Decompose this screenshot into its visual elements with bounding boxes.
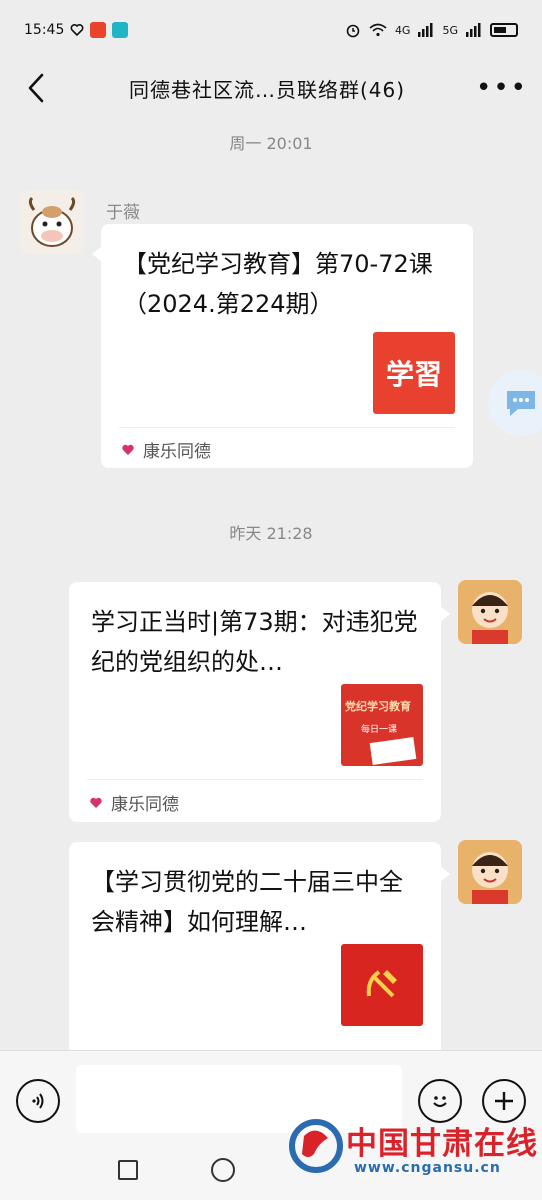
link-card-message[interactable]: 【党纪学习教育】第70-72课（2024.第224期） 学習 康乐同德	[101, 224, 473, 468]
chat-bubble-icon	[507, 391, 535, 416]
link-card-message[interactable]: 学习正当时|第73期：对违犯党纪的党组织的处… 党纪学习教育 每日一课 康乐同德	[69, 582, 441, 822]
watermark-name: 中国甘肃在线	[346, 1126, 538, 1162]
card-source: 康乐同德	[121, 437, 211, 462]
card-divider	[119, 427, 455, 428]
thumb-subtext: 每日一课	[361, 725, 398, 735]
home-app-icon	[112, 22, 129, 38]
card-title: 学习正当时|第73期：对违犯党纪的党组织的处…	[91, 608, 418, 676]
cow-avatar-icon	[28, 196, 76, 247]
recent-apps-button[interactable]	[118, 1160, 138, 1180]
chevron-left-icon	[28, 73, 44, 103]
signal-icon-2	[466, 23, 481, 37]
voice-icon	[32, 1093, 44, 1109]
source-name: 康乐同德	[143, 442, 211, 462]
avatar[interactable]	[20, 190, 84, 254]
card-thumbnail	[341, 944, 423, 1026]
back-button[interactable]	[20, 68, 52, 108]
thumb-paper	[369, 737, 417, 765]
source-logo-icon	[122, 444, 134, 455]
site-watermark: 中国甘肃在线 www.cngansu.cn	[284, 1110, 537, 1190]
timestamp-1: 周一 20:01	[229, 134, 313, 153]
wifi-icon	[369, 23, 387, 37]
card-title: 【党纪学习教育】第70-72课（2024.第224期）	[123, 250, 433, 318]
signal-label-4g: 4G	[394, 23, 411, 37]
card-thumbnail: 学習	[373, 332, 455, 414]
card-thumbnail: 党纪学习教育 每日一课	[341, 684, 423, 766]
plus-icon	[495, 1092, 513, 1110]
thumb-text: 学習	[385, 358, 442, 391]
chat-title: 同德巷社区流…员联络群(46)	[128, 77, 406, 102]
thumb-text: 党纪学习教育	[345, 700, 411, 713]
card-divider	[87, 779, 423, 780]
watermark-url: www.cngansu.cn	[354, 1160, 501, 1176]
sender-name: 于薇	[106, 203, 140, 223]
source-logo-icon	[90, 797, 102, 808]
status-bar: 15:45 4G 5G	[0, 0, 542, 60]
timestamp-2: 昨天 21:28	[229, 524, 313, 543]
bubble-tail-right	[440, 606, 450, 622]
more-options-button[interactable]: •••	[476, 68, 526, 108]
party-emblem-icon	[366, 970, 397, 998]
app-notification-icon	[90, 22, 107, 38]
link-card-message[interactable]: 【学习贯彻党的二十届三中全会精神】如何理解…	[69, 842, 441, 1050]
home-button[interactable]	[211, 1158, 235, 1182]
avatar-self[interactable]	[458, 580, 522, 644]
child-avatar-icon	[458, 840, 522, 904]
alarm-icon	[346, 24, 360, 38]
signal-label-5g: 5G	[442, 23, 458, 37]
battery-icon	[490, 23, 518, 37]
bubble-tail-right	[440, 866, 450, 882]
status-time: 15:45	[24, 22, 65, 38]
source-name: 康乐同德	[111, 795, 179, 815]
heart-status-icon	[70, 24, 84, 37]
child-avatar-icon	[458, 580, 522, 644]
site-logo-icon	[289, 1119, 343, 1173]
card-source: 康乐同德	[89, 790, 179, 815]
chat-header: 同德巷社区流…员联络群(46) •••	[0, 60, 542, 116]
card-title: 【学习贯彻党的二十届三中全会精神】如何理解…	[91, 868, 403, 936]
signal-icon	[418, 23, 433, 37]
avatar-self[interactable]	[458, 840, 522, 904]
voice-input-button[interactable]	[16, 1079, 60, 1123]
floating-chat-button[interactable]	[488, 370, 542, 436]
